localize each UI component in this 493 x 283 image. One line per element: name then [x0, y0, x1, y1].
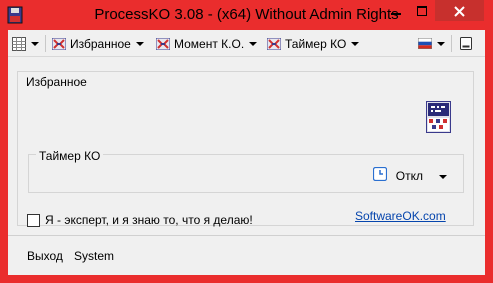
softwareok-link[interactable]: SoftwareOK.com: [355, 209, 446, 223]
favorites-menu-label: Избранное: [70, 36, 131, 51]
timer-menu-button[interactable]: Таймер КО: [267, 34, 360, 53]
language-menu-button[interactable]: [418, 34, 445, 53]
maximize-button[interactable]: [409, 0, 435, 21]
close-button[interactable]: [435, 0, 484, 21]
favorites-panel: Избранное Таймер КО Откл Я - эксперт, и …: [17, 71, 474, 227]
client-area: Избранное Момент К.О. Таймер КО Избранно…: [8, 30, 485, 275]
chevron-down-icon: [31, 41, 39, 46]
toolbar: Избранное Момент К.О. Таймер КО: [8, 30, 485, 57]
moment-menu-label: Момент К.О.: [174, 36, 245, 51]
favorites-heading: Избранное: [26, 75, 87, 89]
moment-menu-button[interactable]: Момент К.О.: [156, 34, 258, 53]
toolbar-divider: [451, 35, 452, 52]
processko-small-icon: [267, 37, 281, 50]
grid-menu-button[interactable]: [12, 34, 39, 53]
minimize-icon: [390, 13, 401, 15]
favorites-menu-button[interactable]: Избранное: [52, 34, 144, 53]
title-bar[interactable]: ProcessKO 3.08 - (x64) Without Admin Rig…: [0, 0, 493, 30]
toolbar-divider: [45, 35, 46, 52]
grid-icon: [12, 36, 26, 51]
timer-group-label: Таймер КО: [36, 149, 104, 163]
clock-icon[interactable]: [373, 167, 387, 181]
minimize-to-tray-button[interactable]: [460, 34, 472, 53]
minimize-button[interactable]: [382, 0, 409, 21]
timer-menu-label: Таймер КО: [285, 36, 347, 51]
processko-small-icon: [52, 37, 66, 50]
chevron-down-icon: [249, 41, 258, 46]
tray-minimize-icon: [460, 37, 472, 50]
flag-icon: [418, 38, 432, 49]
maximize-icon: [417, 6, 427, 16]
processko-small-icon: [156, 37, 170, 50]
system-button[interactable]: System: [74, 249, 114, 263]
bottom-bar: Выход System: [8, 235, 485, 275]
chevron-down-icon: [351, 41, 360, 46]
timer-value[interactable]: Откл: [395, 169, 423, 183]
chevron-down-icon: [135, 41, 144, 46]
expert-checkbox[interactable]: [27, 214, 40, 227]
processko-icon[interactable]: [426, 101, 451, 133]
expert-checkbox-label[interactable]: Я - эксперт, и я знаю то, что я делаю!: [45, 213, 253, 227]
close-icon: [454, 6, 465, 17]
timer-dropdown-icon[interactable]: [439, 175, 447, 179]
exit-button[interactable]: Выход: [27, 249, 63, 263]
chevron-down-icon: [437, 41, 445, 46]
app-window: ProcessKO 3.08 - (x64) Without Admin Rig…: [0, 0, 493, 283]
